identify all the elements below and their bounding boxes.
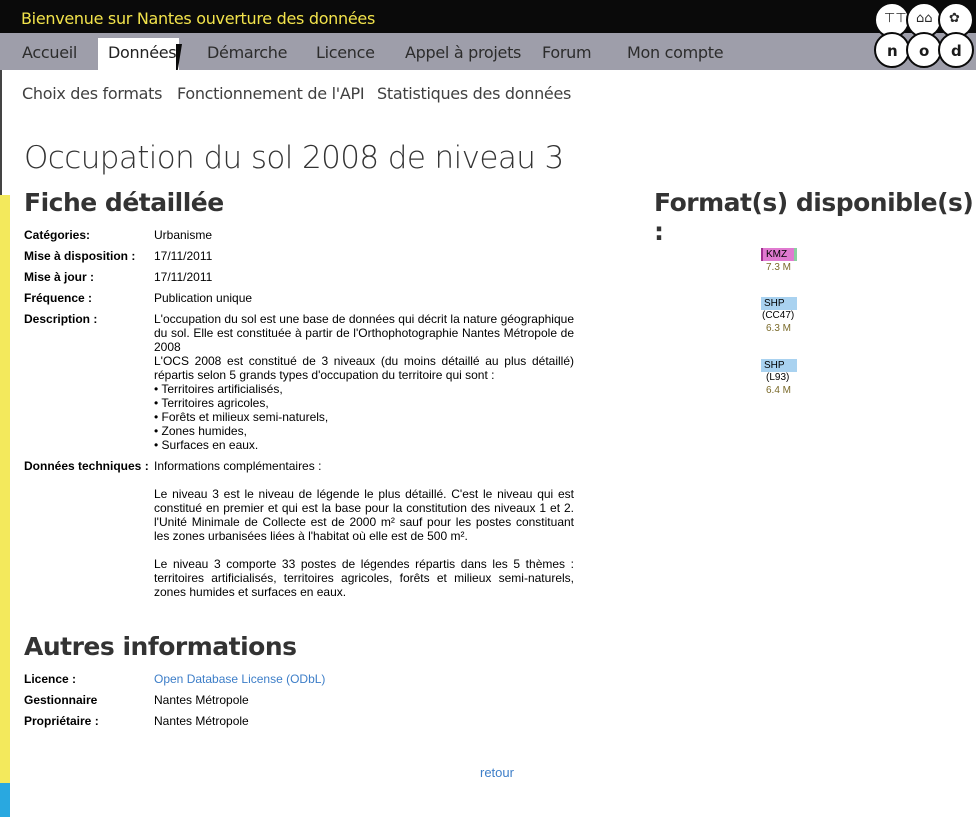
detail-heading: Fiche détaillée	[24, 188, 224, 217]
list-item: • Forêts et milieux semi-naturels,	[154, 410, 329, 424]
logo-letter-n: n	[887, 42, 898, 60]
subnav-fonctionnement-api[interactable]: Fonctionnement de l'API	[177, 84, 365, 103]
tech-text: Informations complémentaires : Le niveau…	[154, 459, 574, 599]
other-info-heading: Autres informations	[24, 632, 297, 661]
mise-disposition-label: Mise à disposition :	[24, 249, 136, 263]
logo-letter-o: o	[919, 42, 930, 60]
mise-disposition-value: 17/11/2011	[154, 249, 213, 263]
tech-label: Données techniques :	[24, 459, 149, 473]
gestionnaire-value: Nantes Métropole	[154, 693, 249, 707]
tech-paragraph: Le niveau 3 comporte 33 postes de légend…	[154, 557, 574, 599]
tech-paragraph: Le niveau 3 est le niveau de légende le …	[154, 487, 574, 543]
list-item: • Territoires artificialisés,	[154, 382, 283, 396]
description-list: • Territoires artificialisés, • Territoi…	[154, 382, 574, 452]
mise-a-jour-value: 17/11/2011	[154, 270, 213, 284]
subnav-statistiques[interactable]: Statistiques des données	[377, 84, 571, 103]
format-size: 6.4 M	[766, 385, 792, 396]
format-kmz[interactable]: KMZ 7.3 M	[761, 248, 797, 275]
left-accent-stripe-blue	[0, 783, 10, 817]
logo-pictogram-icon: ✿	[949, 11, 960, 26]
description-label: Description :	[24, 312, 98, 326]
left-accent-stripe	[0, 195, 10, 783]
description-text: L'occupation du sol est une base de donn…	[154, 312, 574, 452]
nav-item-appel-projets[interactable]: Appel à projets	[405, 43, 521, 62]
retour-link[interactable]: retour	[480, 765, 514, 780]
list-item: • Zones humides,	[154, 424, 247, 438]
format-shp-l93[interactable]: SHP (L93) 6.4 M	[761, 359, 797, 398]
subnav-choix-formats[interactable]: Choix des formats	[22, 84, 162, 103]
page-title: Occupation du sol 2008 de niveau 3	[24, 140, 564, 176]
format-size: 6.3 M	[766, 323, 792, 334]
nav-item-forum[interactable]: Forum	[542, 43, 592, 62]
tech-intro: Informations complémentaires :	[154, 459, 322, 473]
frequence-value: Publication unique	[154, 291, 253, 305]
proprietaire-value: Nantes Métropole	[154, 714, 249, 728]
proprietaire-label: Propriétaire :	[24, 714, 99, 728]
formats-heading: Format(s) disponible(s) :	[654, 188, 974, 246]
nav-item-accueil[interactable]: Accueil	[22, 43, 77, 62]
description-paragraph: L'OCS 2008 est constitué de 3 niveaux (d…	[154, 354, 574, 382]
format-badge[interactable]: SHP	[761, 297, 797, 310]
description-paragraph: L'occupation du sol est une base de donn…	[154, 312, 574, 354]
list-item: • Surfaces en eaux.	[154, 438, 259, 452]
format-projection: (L93)	[766, 372, 790, 383]
nav-item-donnees[interactable]: Données	[108, 43, 177, 62]
categories-label: Catégories:	[24, 228, 91, 242]
logo-pictogram-icon: ⌂⌂	[916, 11, 933, 26]
format-projection: (CC47)	[762, 310, 795, 321]
nav-item-licence[interactable]: Licence	[316, 43, 375, 62]
gestionnaire-label: Gestionnaire	[24, 693, 98, 707]
nav-item-demarche[interactable]: Démarche	[207, 43, 287, 62]
site-title: Bienvenue sur Nantes ouverture des donné…	[21, 9, 375, 28]
nod-logo[interactable]: ⊤⊤ ⌂⌂ ✿ n o d	[872, 2, 976, 70]
frequence-label: Fréquence :	[24, 291, 93, 305]
categories-value: Urbanisme	[154, 228, 213, 242]
licence-label: Licence :	[24, 672, 77, 686]
logo-pictogram-icon: ⊤⊤	[884, 11, 907, 26]
mise-a-jour-label: Mise à jour :	[24, 270, 95, 284]
nav-item-mon-compte[interactable]: Mon compte	[627, 43, 724, 62]
format-size: 7.3 M	[766, 262, 792, 273]
left-edge-line	[0, 70, 2, 195]
format-badge[interactable]: KMZ	[761, 248, 797, 261]
logo-letter-d: d	[951, 42, 962, 60]
format-badge[interactable]: SHP	[761, 359, 797, 372]
format-shp-cc47[interactable]: SHP (CC47) 6.3 M	[761, 297, 797, 336]
list-item: • Territoires agricoles,	[154, 396, 269, 410]
licence-link[interactable]: Open Database License (ODbL)	[154, 672, 325, 686]
